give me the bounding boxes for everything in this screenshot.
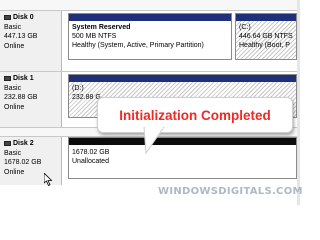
disk-type: Basic	[4, 84, 22, 92]
disk-1-name-line: Disk 1	[4, 74, 61, 84]
partition-status: Healthy (Boot, P	[239, 42, 290, 49]
disk-size: 232.88 GB	[4, 94, 38, 101]
disk-size: 447.13 GB	[4, 33, 38, 40]
partition-header-bar	[69, 75, 296, 82]
partition-system-reserved[interactable]: System Reserved 500 MB NTFS Healthy (Sys…	[68, 13, 232, 60]
top-strip	[0, 0, 300, 10]
partition-title: System Reserved	[72, 24, 131, 31]
watermark: WINDOWSDIGITALS.COM	[158, 186, 303, 197]
mouse-cursor-icon	[44, 173, 53, 186]
partition-size: 500 MB NTFS	[72, 33, 117, 40]
partition-status: Unallocated	[72, 158, 109, 165]
disk-0-name-line: Disk 0	[4, 13, 61, 23]
disk-0-label[interactable]: Disk 0 Basic 447.13 GB Online	[0, 11, 62, 71]
callout-tail-icon	[143, 127, 165, 155]
disk-icon	[4, 15, 11, 21]
disk-name: Disk 0	[13, 14, 34, 21]
partition-header-bar	[69, 14, 231, 21]
callout-text: Initialization Completed	[119, 107, 271, 123]
partition-c[interactable]: (C:) 446.64 GB NTFS Healthy (Boot, P	[235, 13, 297, 60]
disk-2-name-line: Disk 2	[4, 139, 61, 149]
partition-header-bar	[69, 138, 296, 145]
partition-unallocated[interactable]: 1678.02 GB Unallocated	[68, 137, 297, 179]
partition-title: (C:)	[239, 24, 251, 31]
disk-icon	[4, 141, 11, 147]
disk-size: 1678.02 GB	[4, 159, 42, 166]
scrollbar[interactable]	[297, 0, 300, 205]
disk-name: Disk 2	[13, 140, 34, 147]
disk-0-row[interactable]: Disk 0 Basic 447.13 GB Online System Res…	[0, 11, 300, 71]
disk-1-label[interactable]: Disk 1 Basic 232.88 GB Online	[0, 72, 62, 127]
initialization-callout: Initialization Completed	[97, 97, 293, 133]
disk-status: Online	[4, 42, 25, 50]
disk-status: Online	[4, 103, 25, 111]
partition-status: Healthy (System, Active, Primary Partiti…	[72, 42, 204, 49]
partition-header-bar	[236, 14, 296, 21]
disk-icon	[4, 76, 11, 82]
disk-type: Basic	[4, 23, 22, 31]
disk-name: Disk 1	[13, 75, 34, 82]
partition-size: 1678.02 GB	[72, 149, 110, 156]
partition-size: 446.64 GB NTFS	[239, 33, 293, 40]
partition-title: (D:)	[72, 85, 84, 92]
disk-type: Basic	[4, 149, 22, 157]
